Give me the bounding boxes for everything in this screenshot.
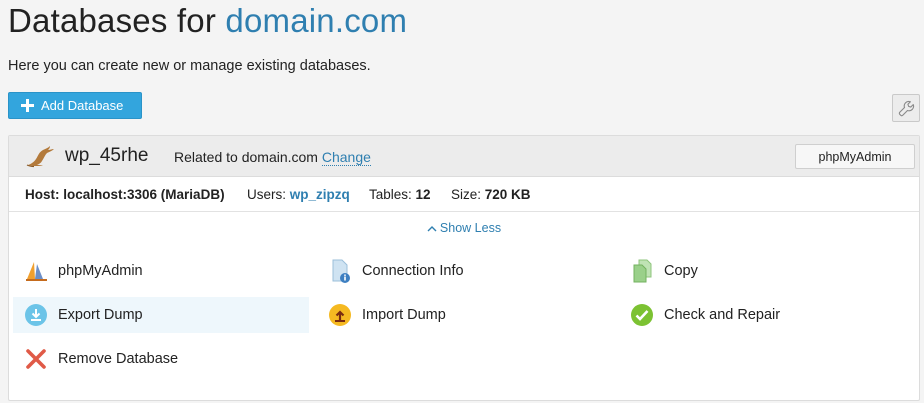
related-domain: Related to domain.com Change bbox=[174, 149, 371, 166]
database-card-header: wp_45rhe Related to domain.com Change ph… bbox=[9, 136, 919, 177]
related-prefix: Related to domain.com bbox=[174, 149, 318, 165]
show-less-label: Show Less bbox=[439, 221, 502, 235]
connection-info-icon bbox=[327, 258, 353, 284]
host-info: Host: localhost:3306 (MariaDB) bbox=[25, 187, 225, 202]
tools-button[interactable] bbox=[892, 94, 920, 122]
page-title-domain: domain.com bbox=[225, 2, 408, 39]
page-title-prefix: Databases for bbox=[8, 2, 217, 39]
action-check-and-repair[interactable]: Check and Repair bbox=[629, 297, 909, 333]
action-label: Check and Repair bbox=[664, 307, 781, 323]
copy-icon bbox=[629, 258, 655, 284]
size-label: Size: bbox=[451, 187, 482, 202]
tables-label: Tables: bbox=[369, 187, 412, 202]
show-less-toggle[interactable]: Show Less bbox=[9, 221, 919, 235]
phpmyadmin-button[interactable]: phpMyAdmin bbox=[795, 144, 915, 169]
remove-icon bbox=[23, 346, 49, 372]
tables-value: 12 bbox=[415, 187, 431, 202]
plus-icon bbox=[21, 99, 34, 112]
host-value: localhost:3306 (MariaDB) bbox=[63, 187, 225, 202]
mariadb-seal-icon bbox=[26, 146, 54, 168]
action-export-dump[interactable]: Export Dump bbox=[13, 297, 309, 333]
action-label: Export Dump bbox=[58, 307, 143, 323]
action-label: Connection Info bbox=[362, 263, 464, 279]
add-database-label: Add Database bbox=[41, 98, 124, 113]
check-repair-icon bbox=[629, 302, 655, 328]
action-phpmyadmin[interactable]: phpMyAdmin bbox=[23, 253, 313, 289]
users-link[interactable]: wp_zipzq bbox=[290, 187, 350, 202]
action-remove-database[interactable]: Remove Database bbox=[23, 341, 313, 377]
export-dump-icon bbox=[23, 302, 49, 328]
size-info: Size: 720 KB bbox=[451, 187, 531, 202]
users-label: Users: bbox=[247, 187, 287, 202]
action-connection-info[interactable]: Connection Info bbox=[327, 253, 617, 289]
page-description: Here you can create new or manage existi… bbox=[8, 58, 371, 74]
users-info: Users: wp_zipzq bbox=[247, 187, 350, 202]
wrench-icon bbox=[898, 100, 914, 116]
action-import-dump[interactable]: Import Dump bbox=[327, 297, 617, 333]
database-name: wp_45rhe bbox=[65, 145, 149, 166]
database-card: wp_45rhe Related to domain.com Change ph… bbox=[8, 135, 920, 401]
action-label: Import Dump bbox=[362, 307, 446, 323]
chevron-up-icon bbox=[427, 226, 437, 232]
host-label: Host: bbox=[25, 187, 60, 202]
page-title: Databases for domain.com bbox=[8, 2, 407, 40]
database-info-row: Host: localhost:3306 (MariaDB) Users: wp… bbox=[9, 177, 919, 212]
action-label: Remove Database bbox=[58, 351, 179, 367]
add-database-button[interactable]: Add Database bbox=[8, 92, 142, 119]
import-dump-icon bbox=[327, 302, 353, 328]
action-label: Copy bbox=[664, 263, 698, 279]
action-copy[interactable]: Copy bbox=[629, 253, 909, 289]
tables-info: Tables: 12 bbox=[369, 187, 431, 202]
change-link[interactable]: Change bbox=[321, 149, 371, 166]
action-label: phpMyAdmin bbox=[58, 263, 143, 279]
phpmyadmin-sail-icon bbox=[23, 258, 49, 284]
size-value: 720 KB bbox=[484, 187, 531, 202]
